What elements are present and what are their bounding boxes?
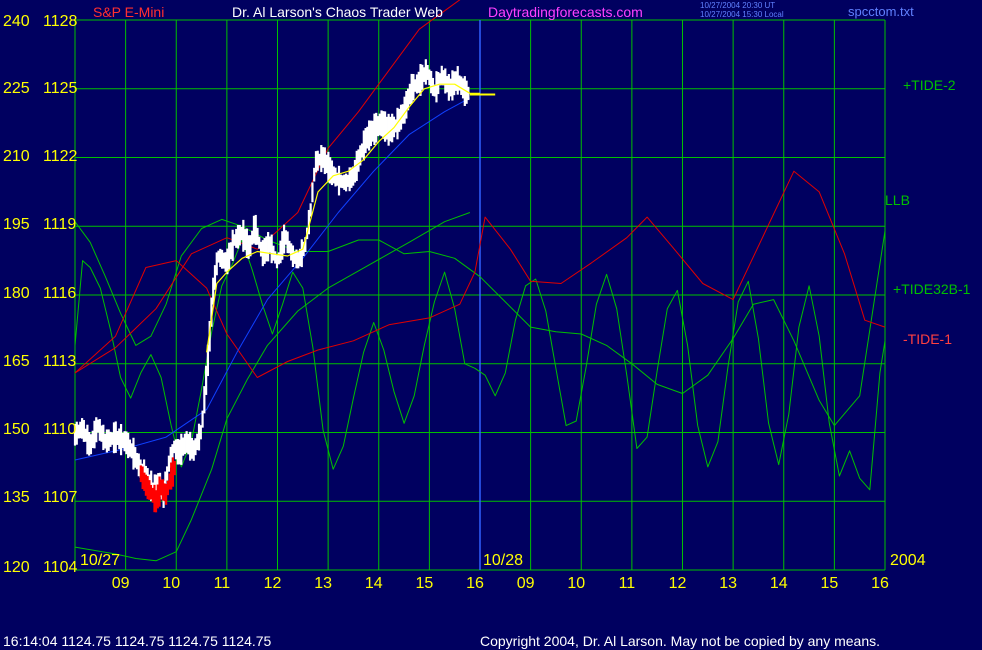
left-axis-tick: 180: [3, 285, 30, 302]
left-axis-tick: 150: [3, 421, 30, 438]
price-axis-tick: 1116: [43, 285, 76, 302]
left-axis-tick: 240: [3, 13, 30, 30]
left-axis-tick: 120: [3, 559, 30, 576]
hour-tick-label: 11: [214, 575, 231, 592]
hour-tick-label: 11: [619, 575, 636, 592]
footer-copyright: Copyright 2004, Dr. Al Larson. May not b…: [480, 633, 880, 649]
price-axis-tick: 1104: [43, 559, 78, 576]
date-label: 2004: [890, 552, 926, 569]
hour-tick-label: 16: [466, 575, 484, 592]
text-layer: 240 225 210 195 180 165 150 135 120 1128 1125 1122 1…: [3, 1, 971, 649]
green-llb-series: [74, 212, 471, 562]
price-bars: [73, 59, 470, 508]
instrument-label: S&P E-Mini: [93, 4, 164, 20]
price-axis-tick: 1110: [43, 421, 76, 438]
timestamp-local: 10/27/2004 15:30 Local: [700, 10, 784, 19]
website-label: Daytradingforecasts.com: [488, 4, 643, 20]
left-axis-tick: 210: [3, 148, 30, 165]
hour-tick-label: 14: [770, 575, 788, 592]
filename-label: spcctom.txt: [848, 4, 914, 19]
footer-quote: 16:14:04 1124.75 1124.75 1124.75 1124.75: [3, 633, 272, 649]
hour-tick-label: 12: [669, 575, 687, 592]
hour-tick-label: 10: [162, 575, 180, 592]
date-label: 10/27: [80, 552, 120, 569]
yellow-ma-series: [206, 83, 480, 353]
hour-tick-label: 14: [365, 575, 383, 592]
left-axis-tick: 135: [3, 489, 30, 506]
chart-title: Dr. Al Larson's Chaos Trader Web: [232, 4, 443, 20]
hour-tick-label: 10: [567, 575, 585, 592]
price-axis-tick: 1128: [43, 13, 78, 30]
price-axis-tick: 1119: [43, 216, 76, 233]
chart-canvas: 240 225 210 195 180 165 150 135 120 1128 1125 1122 1…: [3, 0, 971, 649]
left-axis-tick: 195: [3, 216, 30, 233]
red-upper-series: [74, 0, 461, 374]
series-label: +TIDE-2: [903, 77, 956, 93]
grid-layer: [74, 19, 886, 571]
hour-tick-label: 13: [719, 575, 737, 592]
hour-tick-label: 09: [112, 575, 130, 592]
hour-tick-label: 15: [415, 575, 433, 592]
price-axis-tick: 1113: [43, 353, 76, 370]
series-label: +TIDE32B-1: [893, 281, 971, 297]
timestamp-ut: 10/27/2004 20:30 UT: [700, 1, 775, 10]
chart-root: 240 225 210 195 180 165 150 135 120 1128 1125 1122 1…: [0, 0, 982, 650]
series-label: -TIDE-1: [903, 331, 952, 347]
left-axis-tick: 225: [3, 80, 30, 97]
price-axis-tick: 1125: [43, 80, 78, 97]
left-axis-tick: 165: [3, 353, 30, 370]
hour-tick-label: 15: [820, 575, 838, 592]
series-label: LLB: [885, 192, 910, 208]
hour-tick-label: 16: [871, 575, 889, 592]
hour-tick-label: 12: [264, 575, 282, 592]
hour-tick-label: 13: [314, 575, 332, 592]
price-axis-tick: 1107: [43, 489, 78, 506]
price-axis-tick: 1122: [43, 148, 78, 165]
date-label: 10/28: [483, 552, 523, 569]
hour-tick-label: 09: [517, 575, 535, 592]
